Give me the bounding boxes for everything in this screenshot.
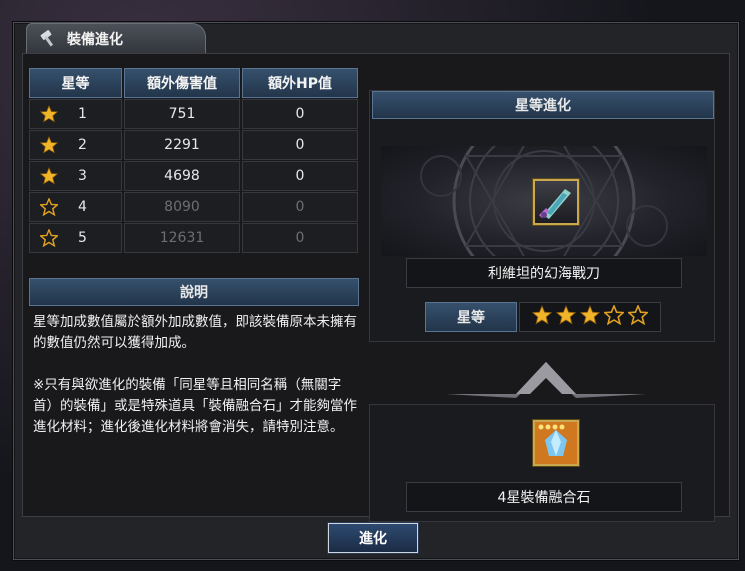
damage-value: 4698: [124, 161, 240, 191]
star-level-cell: 1: [29, 99, 122, 129]
star-filled-icon: [39, 166, 59, 185]
hp-value: 0: [242, 192, 358, 222]
damage-value: 2291: [124, 130, 240, 160]
target-item-slot[interactable]: [533, 179, 579, 225]
damage-value: 12631: [124, 223, 240, 253]
column-header-star: 星等: [29, 68, 122, 98]
star-level-cell: 3: [29, 161, 122, 191]
star-filled-icon: [579, 304, 601, 329]
star-filled-icon: [531, 304, 553, 329]
description-text: 星等加成數值屬於額外加成數值，即該裝備原本未擁有的數值仍然可以獲得加成。 ※只有…: [33, 314, 357, 435]
star-filled-icon: [39, 135, 59, 154]
hp-value: 0: [242, 223, 358, 253]
description-header: 說明: [29, 278, 359, 306]
damage-value: 751: [124, 99, 240, 129]
window-title-tab: 裝備進化: [26, 23, 206, 53]
evolve-button[interactable]: 進化: [328, 523, 418, 553]
sword-icon: [539, 189, 571, 219]
star-outline-icon: [626, 303, 650, 329]
table-body: 1 751 0 2 2291 0 3 4698 0 4 8090 0 5 12631 0: [29, 99, 359, 253]
hp-value: 0: [242, 130, 358, 160]
star-level-value: 1: [78, 106, 87, 122]
evolution-header: 星等進化: [372, 91, 714, 119]
up-arrow-icon: [446, 362, 646, 398]
table-row: 3 4698 0: [29, 161, 359, 191]
star-filled-icon: [39, 104, 59, 123]
window-title: 裝備進化: [67, 31, 123, 48]
star-level-value: 2: [78, 137, 87, 153]
hp-value: 0: [242, 99, 358, 129]
damage-value: 8090: [124, 192, 240, 222]
content-panel: 星等 額外傷害值 額外HP值 1 751 0 2 2291 0 3 4698 0 4 8090 0 5 1…: [22, 53, 730, 522]
column-header-damage: 額外傷害值: [124, 68, 240, 98]
material-item-slot[interactable]: [533, 420, 579, 466]
column-header-hp: 額外HP值: [242, 68, 358, 98]
table-row: 4 8090 0: [29, 192, 359, 222]
star-level-value: 3: [78, 168, 87, 184]
star-outline-icon: [38, 228, 60, 248]
table-row: 2 2291 0: [29, 130, 359, 160]
material-item-name: 4星裝備融合石: [406, 482, 682, 512]
star-level-cell: 4: [29, 192, 122, 222]
star-bonus-table: 星等 額外傷害值 額外HP值 1 751 0 2 2291 0 3 4698 0 4 8090 0 5 1…: [29, 68, 359, 254]
grade-label: 星等: [425, 302, 517, 332]
star-level-cell: 5: [29, 223, 122, 253]
grade-stars: [519, 302, 661, 332]
star-level-cell: 2: [29, 130, 122, 160]
star-level-value: 4: [78, 199, 87, 215]
hammer-icon: [39, 29, 59, 48]
table-row: 1 751 0: [29, 99, 359, 129]
target-item-name: 利維坦的幻海戰刀: [406, 258, 682, 288]
table-header-row: 星等 額外傷害值 額外HP值: [29, 68, 359, 98]
hp-value: 0: [242, 161, 358, 191]
equipment-evolution-window: 裝備進化 星等 額外傷害值 額外HP值 1 751 0 2 2291 0 3 4698 0 4 80…: [13, 22, 739, 560]
fusion-stone-icon: [535, 422, 577, 464]
star-filled-icon: [555, 304, 577, 329]
star-outline-icon: [602, 303, 626, 329]
star-level-value: 5: [78, 230, 87, 246]
star-outline-icon: [38, 197, 60, 217]
table-row: 5 12631 0: [29, 223, 359, 253]
